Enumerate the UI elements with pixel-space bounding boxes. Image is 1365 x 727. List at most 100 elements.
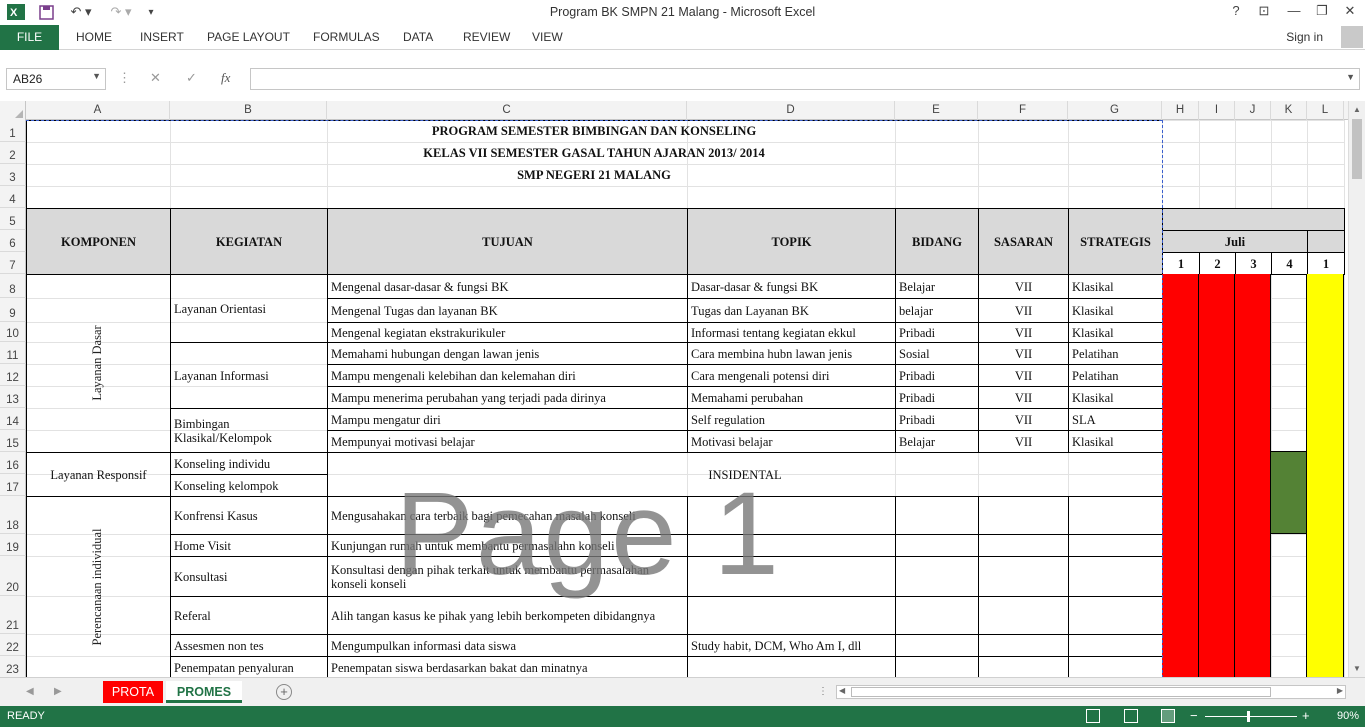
tab-insert[interactable]: INSERT [140,30,184,44]
header-sasaran[interactable]: SASARAN [978,208,1069,275]
user-avatar-icon[interactable] [1341,26,1363,48]
row-header-1[interactable]: 1 [0,120,26,142]
column-header-j[interactable]: J [1235,101,1271,120]
header-bidang[interactable]: BIDANG [895,208,979,275]
zoom-slider[interactable] [1205,711,1297,722]
horizontal-scrollbar[interactable]: ◀ ▶ [836,685,1346,699]
kegiatan-referal[interactable]: Referal [170,596,328,635]
row-header-18[interactable]: 18 [0,496,26,534]
strategis-cell[interactable] [1068,596,1163,635]
scroll-down-icon[interactable]: ▼ [1353,664,1361,673]
sasaran-cell[interactable]: VII [978,298,1069,323]
add-sheet-icon[interactable]: + [276,684,292,700]
insidental-cell[interactable]: INSIDENTAL [327,452,1163,497]
topik-cell[interactable] [687,656,896,677]
bidang-cell[interactable]: Pribadi [895,322,979,343]
kegiatan-klasikal[interactable]: Bimbingan Klasikal/Kelompok [170,408,328,453]
komponen-layanan-responsif[interactable]: Layanan Responsif [26,452,171,497]
tab-data[interactable]: DATA [403,30,433,44]
row-header-20[interactable]: 20 [0,556,26,596]
topik-cell[interactable]: Dasar-dasar & fungsi BK [687,274,896,299]
tujuan-cell[interactable]: Memahami hubungan dengan lawan jenis [327,342,688,365]
scroll-up-icon[interactable]: ▲ [1353,105,1361,114]
header-week[interactable]: 3 [1235,252,1272,275]
tab-view[interactable]: VIEW [532,30,563,44]
topik-cell[interactable]: Study habit, DCM, Who Am I, dll [687,634,896,657]
tujuan-cell[interactable]: Kunjungan rumah untuk membantu permasala… [327,534,688,557]
schedule-cell-green[interactable] [1271,452,1307,534]
topik-cell[interactable]: Cara membina hubn lawan jenis [687,342,896,365]
row-header-19[interactable]: 19 [0,534,26,556]
topik-cell[interactable]: Memahami perubahan [687,386,896,409]
sasaran-cell[interactable]: VII [978,430,1069,453]
header-strategis[interactable]: STRATEGIS [1068,208,1163,275]
ribbon-display-options-icon[interactable]: ⊡ [1254,3,1274,21]
topik-cell[interactable] [687,596,896,635]
bidang-cell[interactable] [895,596,979,635]
strategis-cell[interactable] [1068,556,1163,597]
zoom-out-icon[interactable]: − [1190,708,1198,723]
confirm-entry-icon[interactable]: ✓ [186,70,197,86]
sign-in-link[interactable]: Sign in [1286,30,1323,44]
header-week[interactable]: 2 [1199,252,1236,275]
schedule-cell-red[interactable] [1162,274,1199,677]
tujuan-cell[interactable]: Mengenal dasar-dasar & fungsi BK [327,274,688,299]
zoom-slider-knob[interactable] [1247,711,1250,722]
strategis-cell[interactable]: SLA [1068,408,1163,431]
row-header-12[interactable]: 12 [0,364,26,386]
tab-file[interactable]: FILE [0,25,59,50]
row-header-17[interactable]: 17 [0,474,26,496]
kegiatan-konseling-individu[interactable]: Konseling individu [170,452,328,475]
topik-cell[interactable] [687,556,896,597]
strategis-cell[interactable] [1068,634,1163,657]
column-header-f[interactable]: F [978,101,1068,120]
column-header-b[interactable]: B [170,101,327,120]
header-week[interactable]: 4 [1271,252,1308,275]
cancel-entry-icon[interactable]: ✕ [150,70,161,86]
bidang-cell[interactable]: belajar [895,298,979,323]
kegiatan-konsultasi[interactable]: Konsultasi [170,556,328,597]
strategis-cell[interactable] [1068,534,1163,557]
header-month-next[interactable] [1307,230,1345,253]
sasaran-cell[interactable]: VII [978,408,1069,431]
tujuan-cell[interactable]: Mampu mengatur diri [327,408,688,431]
schedule-cell-white-k[interactable] [1271,534,1307,677]
row-header-8[interactable]: 8 [0,274,26,298]
tujuan-cell[interactable]: Mengenal Tugas dan layanan BK [327,298,688,323]
name-box[interactable]: AB26 ▼ [6,68,106,90]
sasaran-cell[interactable]: VII [978,386,1069,409]
kegiatan-assesmen[interactable]: Assesmen non tes [170,634,328,657]
strategis-cell[interactable]: Klasikal [1068,322,1163,343]
sasaran-cell[interactable]: VII [978,274,1069,299]
sasaran-cell[interactable] [978,556,1069,597]
sasaran-cell[interactable] [978,496,1069,535]
kegiatan-orientasi[interactable]: Layanan Orientasi [170,274,328,343]
column-header-l[interactable]: L [1307,101,1344,120]
row-header-11[interactable]: 11 [0,342,26,364]
schedule-cell-yellow[interactable] [1307,274,1344,677]
row-header-13[interactable]: 13 [0,386,26,408]
column-header-c[interactable]: C [327,101,687,120]
kegiatan-home-visit[interactable]: Home Visit [170,534,328,557]
topik-cell[interactable] [687,496,896,535]
sheet-tab-promes[interactable]: PROMES [166,681,242,703]
strategis-cell[interactable]: Pelatihan [1068,364,1163,387]
sasaran-cell[interactable]: VII [978,342,1069,365]
zoom-level[interactable]: 90% [1337,710,1359,722]
schedule-cell-red[interactable] [1199,274,1235,677]
row-header-9[interactable]: 9 [0,298,26,322]
chevron-down-icon[interactable]: ▼ [92,71,101,81]
column-header-d[interactable]: D [687,101,895,120]
tab-home[interactable]: HOME [76,30,112,44]
bidang-cell[interactable] [895,656,979,677]
tujuan-cell[interactable]: Mampu mengenali kelebihan dan kelemahan … [327,364,688,387]
tujuan-cell[interactable]: Penempatan siswa berdasarkan bakat dan m… [327,656,688,677]
bidang-cell[interactable] [895,496,979,535]
horizontal-scroll-thumb[interactable] [851,687,1271,697]
strategis-cell[interactable]: Klasikal [1068,386,1163,409]
column-header-h[interactable]: H [1162,101,1199,120]
row-header-6[interactable]: 6 [0,230,26,252]
page-layout-view-icon[interactable] [1124,709,1138,723]
zoom-in-icon[interactable]: + [1302,708,1310,723]
normal-view-icon[interactable] [1086,709,1100,723]
